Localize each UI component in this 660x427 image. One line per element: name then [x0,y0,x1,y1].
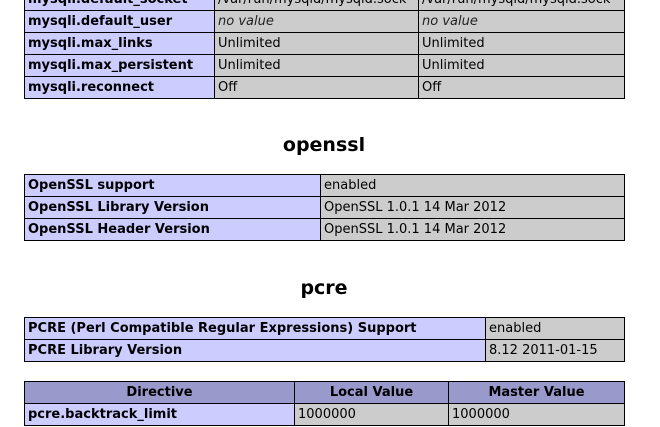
directive-name: mysqli.default_socket [24,0,215,11]
info-label: OpenSSL Library Version [24,196,321,219]
info-value: 8.12 2011-01-15 [485,339,625,362]
column-header-local-value: Local Value [294,381,449,404]
local-value: Off [214,76,419,99]
table-row: PCRE Library Version 8.12 2011-01-15 [24,339,625,362]
openssl-info-table: OpenSSL support enabled OpenSSL Library … [24,174,625,241]
table-row: OpenSSL Header Version OpenSSL 1.0.1 14 … [24,218,625,241]
master-value: no value [418,10,625,33]
local-value: 1000000 [294,403,449,426]
openssl-section-title: openssl [0,134,648,156]
directive-name: pcre.backtrack_limit [24,403,295,426]
directive-name: mysqli.default_user [24,10,215,33]
column-header-master-value: Master Value [448,381,625,404]
no-value-text: no value [218,14,274,29]
master-value: Off [418,76,625,99]
local-value: Unlimited [214,54,419,77]
info-label: PCRE (Perl Compatible Regular Expression… [24,317,486,340]
table-row: mysqli.max_persistent Unlimited Unlimite… [24,54,625,77]
directive-name: mysqli.max_persistent [24,54,215,77]
table-row: mysqli.reconnect Off Off [24,76,625,99]
info-label: OpenSSL support [24,174,321,197]
master-value: /var/run/mysqld/mysqld.sock [418,0,625,11]
directive-name: mysqli.reconnect [24,76,215,99]
table-row: mysqli.default_socket /var/run/mysqld/my… [24,0,625,11]
table-row: mysqli.max_links Unlimited Unlimited [24,32,625,55]
info-value: OpenSSL 1.0.1 14 Mar 2012 [320,218,625,241]
info-label: OpenSSL Header Version [24,218,321,241]
mysqli-config-table: mysqli.default_socket /var/run/mysqld/my… [24,0,625,99]
local-value: no value [214,10,419,33]
local-value: Unlimited [214,32,419,55]
directive-name: mysqli.max_links [24,32,215,55]
table-row: pcre.backtrack_limit 1000000 1000000 [24,403,625,426]
table-row: OpenSSL support enabled [24,174,625,197]
info-value: OpenSSL 1.0.1 14 Mar 2012 [320,196,625,219]
info-value: enabled [485,317,625,340]
pcre-section-title: pcre [0,277,648,299]
no-value-text: no value [422,14,478,29]
table-row: OpenSSL Library Version OpenSSL 1.0.1 14… [24,196,625,219]
table-row: PCRE (Perl Compatible Regular Expression… [24,317,625,340]
local-value: /var/run/mysqld/mysqld.sock [214,0,419,11]
info-label: PCRE Library Version [24,339,486,362]
column-header-directive: Directive [24,381,295,404]
pcre-directives-table: Directive Local Value Master Value pcre.… [24,381,625,426]
master-value: Unlimited [418,32,625,55]
master-value: Unlimited [418,54,625,77]
info-value: enabled [320,174,625,197]
table-row: mysqli.default_user no value no value [24,10,625,33]
pcre-info-table: PCRE (Perl Compatible Regular Expression… [24,317,625,362]
openssl-anchor-link[interactable]: openssl [283,134,365,156]
master-value: 1000000 [448,403,625,426]
table-header-row: Directive Local Value Master Value [24,381,625,404]
pcre-anchor-link[interactable]: pcre [300,277,347,299]
